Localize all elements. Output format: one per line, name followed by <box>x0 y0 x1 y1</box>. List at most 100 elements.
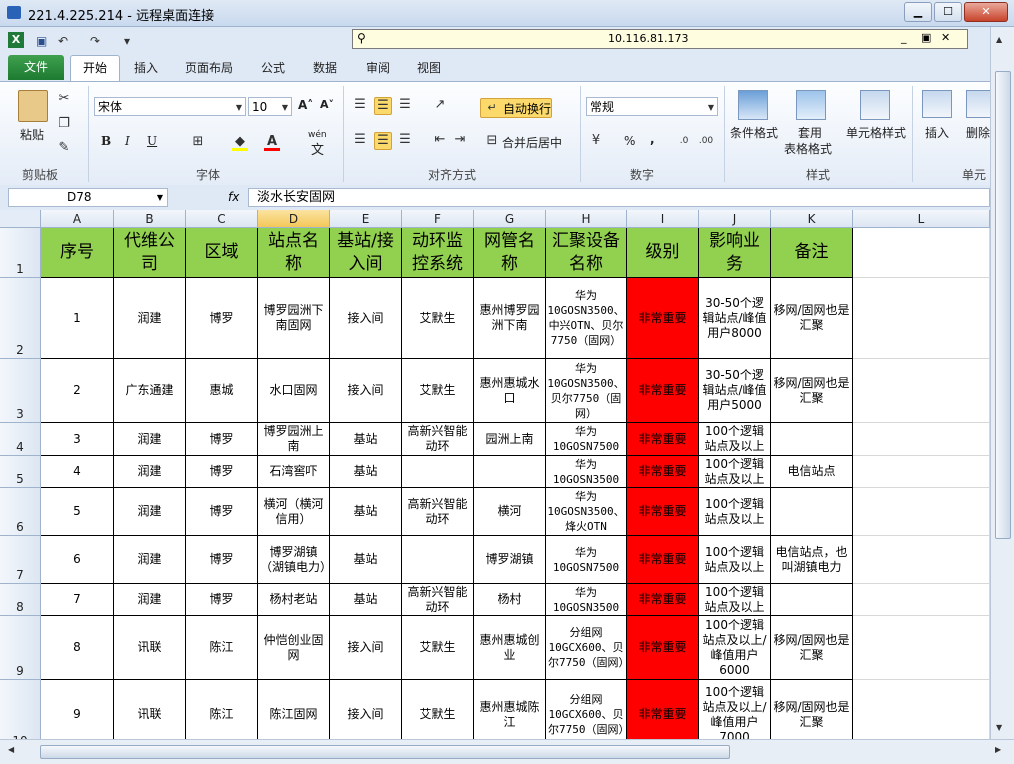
column-header-k[interactable]: K <box>771 210 853 228</box>
table-cell[interactable]: 博罗湖镇 <box>474 536 546 584</box>
table-cell[interactable]: 非常重要 <box>627 278 699 359</box>
table-cell[interactable]: 高新兴智能动环 <box>402 488 474 536</box>
table-cell[interactable]: 润建 <box>114 536 186 584</box>
table-cell[interactable]: 杨村 <box>474 584 546 616</box>
delete-cells-icon[interactable] <box>966 90 992 118</box>
header-cell[interactable]: 汇聚设备名称 <box>546 228 627 278</box>
table-cell[interactable]: 移网/固网也是汇聚 <box>771 616 853 680</box>
header-cell[interactable]: 序号 <box>41 228 114 278</box>
table-cell[interactable] <box>771 423 853 456</box>
table-cell[interactable]: 100个逻辑站点及以上 <box>699 456 771 488</box>
table-cell[interactable] <box>771 488 853 536</box>
column-header-c[interactable]: C <box>186 210 258 228</box>
header-cell[interactable]: 基站/接入间 <box>330 228 402 278</box>
insert-cells-button[interactable]: 插入 <box>925 124 949 141</box>
table-cell[interactable]: 4 <box>41 456 114 488</box>
table-cell[interactable]: 陈江 <box>186 680 258 739</box>
table-cell[interactable]: 非常重要 <box>627 680 699 739</box>
table-cell[interactable]: 电信站点 <box>771 456 853 488</box>
table-cell[interactable]: 基站 <box>330 456 402 488</box>
italic-icon[interactable]: I <box>125 134 130 148</box>
table-cell[interactable]: 9 <box>41 680 114 739</box>
align-middle-icon[interactable]: ☰ <box>374 97 392 115</box>
merge-center-button[interactable]: 合并后居中 <box>502 134 562 151</box>
table-cell[interactable]: 100个逻辑站点及以上/峰值用户6000 <box>699 616 771 680</box>
header-cell[interactable] <box>853 228 990 278</box>
close-button[interactable]: ✕ <box>964 2 1008 22</box>
table-cell[interactable]: 电信站点，也叫湖镇电力 <box>771 536 853 584</box>
table-cell[interactable]: 惠城 <box>186 359 258 423</box>
percent-button[interactable]: % <box>624 134 635 148</box>
table-cell[interactable]: 华为10GOSN3500、中兴OTN、贝尔7750（固网） <box>546 278 627 359</box>
row-header[interactable]: 4 <box>0 423 41 456</box>
table-cell[interactable]: 讯联 <box>114 616 186 680</box>
table-format-line2[interactable]: 表格格式 <box>784 140 832 157</box>
table-cell[interactable]: 润建 <box>114 423 186 456</box>
tab-home[interactable]: 开始 <box>70 55 120 82</box>
horizontal-scrollbar[interactable]: ◀ ▶ <box>0 739 1014 764</box>
table-cell[interactable]: 接入间 <box>330 680 402 739</box>
table-cell[interactable]: 横河（横河信用） <box>258 488 330 536</box>
pin-icon[interactable]: ⚲ <box>357 31 366 45</box>
table-cell[interactable]: 惠州博罗园洲下南 <box>474 278 546 359</box>
tab-page-layout[interactable]: 页面布局 <box>185 59 233 76</box>
rd-restore-button[interactable]: ▣ <box>921 31 931 44</box>
table-cell[interactable]: 基站 <box>330 488 402 536</box>
table-cell[interactable]: 华为10GOSN3500 <box>546 584 627 616</box>
table-cell[interactable] <box>853 278 990 359</box>
table-format-icon[interactable] <box>796 90 826 120</box>
table-cell[interactable]: 惠州惠城水口 <box>474 359 546 423</box>
table-cell[interactable]: 水口固网 <box>258 359 330 423</box>
copy-icon[interactable]: ❐ <box>56 116 72 132</box>
table-cell[interactable]: 100个逻辑站点及以上 <box>699 536 771 584</box>
table-cell[interactable]: 艾默生 <box>402 680 474 739</box>
table-cell[interactable]: 博罗 <box>186 536 258 584</box>
table-cell[interactable] <box>402 456 474 488</box>
font-color-icon[interactable]: A <box>264 134 280 151</box>
tab-formulas[interactable]: 公式 <box>261 59 285 76</box>
header-cell[interactable]: 级别 <box>627 228 699 278</box>
table-cell[interactable] <box>853 456 990 488</box>
horizontal-scroll-thumb[interactable] <box>40 745 730 759</box>
table-cell[interactable]: 接入间 <box>330 359 402 423</box>
save-icon[interactable]: ▣ <box>36 34 47 48</box>
cut-icon[interactable]: ✂ <box>56 91 72 107</box>
worksheet-grid[interactable]: A B C D E F G H I J K L 1 序号 代维公司 区域 站点名称 基站/接入间 动环监控系统 网管名… <box>0 210 990 739</box>
table-cell[interactable]: 博罗 <box>186 423 258 456</box>
table-cell[interactable]: 仲恺创业固网 <box>258 616 330 680</box>
table-cell[interactable] <box>771 584 853 616</box>
table-cell[interactable]: 横河 <box>474 488 546 536</box>
table-cell[interactable]: 100个逻辑站点及以上 <box>699 584 771 616</box>
table-cell[interactable] <box>853 536 990 584</box>
table-cell[interactable] <box>853 616 990 680</box>
header-cell[interactable]: 站点名称 <box>258 228 330 278</box>
format-painter-icon[interactable]: ✎ <box>56 140 72 156</box>
table-cell[interactable]: 30-50个逻辑站点/峰值用户5000 <box>699 359 771 423</box>
column-header-f[interactable]: F <box>402 210 474 228</box>
conditional-format-button[interactable]: 条件格式 <box>730 124 778 141</box>
header-cell[interactable]: 影响业务 <box>699 228 771 278</box>
column-header-h[interactable]: H <box>546 210 627 228</box>
rd-close-button[interactable]: ✕ <box>941 31 950 44</box>
table-cell[interactable]: 博罗园洲下南固网 <box>258 278 330 359</box>
name-box[interactable]: D78 ▼ <box>8 188 168 207</box>
header-cell[interactable]: 网管名称 <box>474 228 546 278</box>
conditional-format-icon[interactable] <box>738 90 768 120</box>
bold-icon[interactable]: B <box>101 134 111 148</box>
table-cell[interactable]: 100个逻辑站点及以上/峰值用户7000 <box>699 680 771 739</box>
underline-icon[interactable]: U <box>147 134 157 148</box>
table-cell[interactable]: 博罗 <box>186 488 258 536</box>
row-header[interactable]: 9 <box>0 616 41 680</box>
table-cell[interactable]: 基站 <box>330 584 402 616</box>
table-cell[interactable]: 非常重要 <box>627 616 699 680</box>
table-cell[interactable]: 惠州惠城陈江 <box>474 680 546 739</box>
column-header-b[interactable]: B <box>114 210 186 228</box>
align-top-icon[interactable]: ☰ <box>352 97 368 113</box>
table-cell[interactable]: 润建 <box>114 456 186 488</box>
table-cell[interactable]: 华为10GOSN3500、贝尔7750（固网） <box>546 359 627 423</box>
table-cell[interactable]: 博罗 <box>186 456 258 488</box>
row-header[interactable]: 7 <box>0 536 41 584</box>
table-cell[interactable]: 接入间 <box>330 278 402 359</box>
vertical-scroll-thumb[interactable] <box>995 71 1011 539</box>
table-cell[interactable]: 华为10GOSN3500、烽火OTN <box>546 488 627 536</box>
